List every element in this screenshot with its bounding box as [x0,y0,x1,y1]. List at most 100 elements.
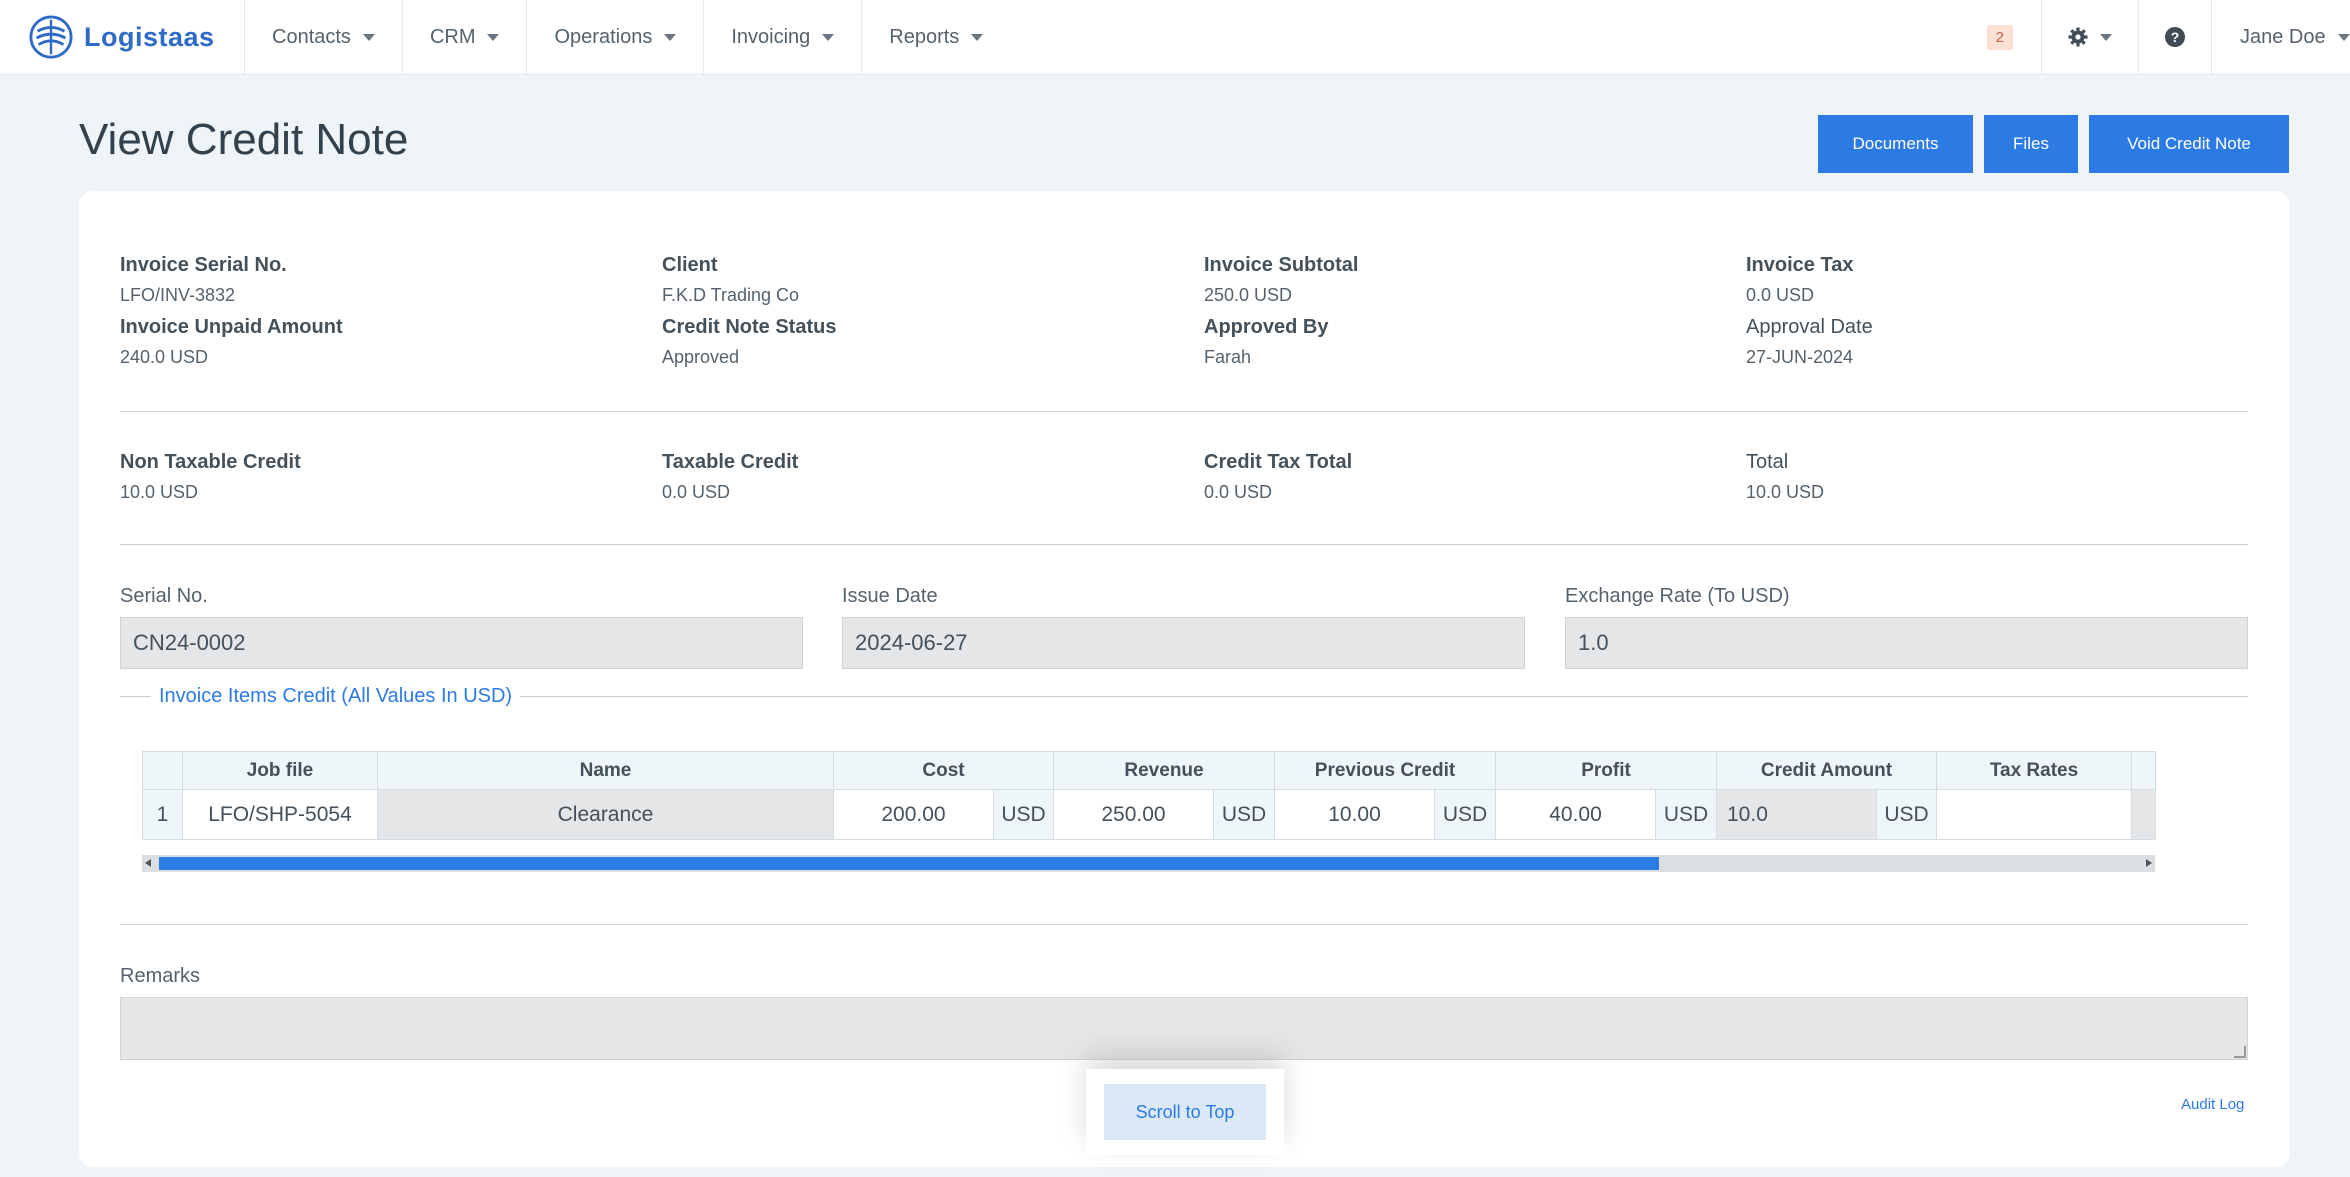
divider [120,924,2248,925]
invoice-tax-label: Invoice Tax [1746,254,1854,276]
item-name: Clearance [377,789,834,840]
serial-no-field[interactable]: CN24-0002 [120,617,803,669]
nav-operations[interactable]: Operations [527,0,705,74]
credit-note-card: Invoice Serial No. LFO/INV-3832 Client F… [79,191,2290,1167]
invoice-subtotal: Invoice Subtotal 250.0 USD [1204,254,1358,306]
credit-note-status: Credit Note Status Approved [662,316,836,368]
profit-currency: USD [1655,789,1717,840]
credit-tax-total: Credit Tax Total 0.0 USD [1204,451,1352,503]
cost-currency: USD [993,789,1054,840]
chevron-down-icon [664,33,677,41]
revenue-input[interactable]: 250.00 [1053,789,1214,840]
table-horizontal-scrollbar[interactable] [142,855,2155,872]
credit-note-status-value: Approved [662,347,740,367]
divider [120,544,2248,545]
settings-menu[interactable] [2042,0,2139,74]
header-name: Name [377,751,834,790]
header-overflow [2131,751,2156,790]
header-profit: Profit [1495,751,1717,790]
header-job-file: Job file [182,751,378,790]
user-name: Jane Doe [2240,25,2326,48]
invoice-serial-label: Invoice Serial No. [120,254,287,276]
logo-icon [29,15,73,59]
approval-date-label: Approval Date [1746,316,1873,338]
client-value: F.K.D Trading Co [662,285,800,305]
invoice-serial-value: LFO/INV-3832 [120,285,236,305]
invoice-unpaid: Invoice Unpaid Amount 240.0 USD [120,316,343,368]
scroll-to-top-container: Scroll to Top [1086,1069,1284,1155]
header-revenue: Revenue [1053,751,1275,790]
scrollbar-thumb[interactable] [159,857,1659,870]
profit-input[interactable]: 40.00 [1495,789,1656,840]
nav-crm-label: CRM [429,25,476,48]
header-tax-rates: Tax Rates [1936,751,2132,790]
cost-input[interactable]: 200.00 [833,789,994,840]
chevron-down-icon [2100,33,2112,41]
resize-handle-icon[interactable] [2234,1046,2246,1058]
scroll-left-icon[interactable] [145,859,151,867]
remarks-label: Remarks [120,965,201,987]
page-title: View Credit Note [79,115,409,164]
chevron-down-icon [2337,33,2350,41]
header-index [142,751,183,790]
nav-crm[interactable]: CRM [403,0,528,74]
chevron-down-icon [362,33,375,41]
header-previous-credit: Previous Credit [1274,751,1496,790]
credit-tax-total-label: Credit Tax Total [1204,451,1353,473]
previous-credit-input[interactable]: 10.00 [1274,789,1435,840]
exchange-rate-field[interactable]: 1.0 [1565,617,2248,669]
invoice-tax-value: 0.0 USD [1746,285,1815,305]
chevron-down-icon [487,33,500,41]
scroll-to-top-button[interactable]: Scroll to Top [1104,1084,1266,1140]
exchange-rate-label: Exchange Rate (To USD) [1565,585,1790,607]
job-file-link[interactable]: LFO/SHP-5054 [182,789,378,840]
top-navbar: Logistaas Contacts CRM Operations Invoic… [0,0,2350,75]
divider [120,411,2248,412]
gear-icon [2068,27,2088,47]
remarks-textarea[interactable] [120,997,2248,1060]
help-button[interactable]: ? [2139,0,2212,74]
nav-reports[interactable]: Reports [862,0,1010,74]
user-menu[interactable]: Jane Doe [2212,0,2350,74]
notifications[interactable]: 2 [1959,0,2042,74]
total-label: Total [1746,451,1789,473]
issue-date-field[interactable]: 2024-06-27 [842,617,1525,669]
row-index: 1 [142,789,183,840]
nav-invoicing[interactable]: Invoicing [704,0,863,74]
non-taxable-credit: Non Taxable Credit 10.0 USD [120,451,301,503]
client: Client F.K.D Trading Co [662,254,799,306]
credit-amount-input[interactable]: 10.0 [1716,789,1877,840]
approved-by-label: Approved By [1204,316,1329,338]
invoice-serial: Invoice Serial No. LFO/INV-3832 [120,254,287,306]
previous-credit-currency: USD [1434,789,1496,840]
scroll-right-icon[interactable] [2146,859,2152,867]
tax-rates-select[interactable] [1936,789,2132,840]
invoice-tax: Invoice Tax 0.0 USD [1746,254,1853,306]
credit-amount-currency: USD [1876,789,1937,840]
files-button[interactable]: Files [1984,115,2078,173]
non-taxable-credit-value: 10.0 USD [120,482,199,502]
total: Total 10.0 USD [1746,451,1824,503]
brand-logo[interactable]: Logistaas [0,0,245,74]
table-header-row: Job file Name Cost Revenue Previous Cred… [142,751,2156,790]
table-row: 1 LFO/SHP-5054 Clearance 200.00 USD 250.… [142,789,2156,840]
revenue-currency: USD [1213,789,1275,840]
documents-button[interactable]: Documents [1818,115,1973,173]
approval-date: Approval Date 27-JUN-2024 [1746,316,1873,368]
total-value: 10.0 USD [1746,482,1825,502]
invoice-unpaid-value: 240.0 USD [120,347,209,367]
nav-contacts[interactable]: Contacts [245,0,403,74]
serial-no-label: Serial No. [120,585,208,607]
invoice-subtotal-value: 250.0 USD [1204,285,1293,305]
audit-log-link[interactable]: Audit Log [2181,1096,2244,1113]
notification-badge: 2 [1986,24,2013,50]
client-label: Client [662,254,718,276]
nav-reports-label: Reports [889,25,960,48]
approved-by-value: Farah [1204,347,1252,367]
header-cost: Cost [833,751,1054,790]
header-credit-amount: Credit Amount [1716,751,1937,790]
invoice-unpaid-label: Invoice Unpaid Amount [120,316,343,338]
nav-operations-label: Operations [554,25,653,48]
void-credit-note-button[interactable]: Void Credit Note [2089,115,2289,173]
invoice-subtotal-label: Invoice Subtotal [1204,254,1359,276]
